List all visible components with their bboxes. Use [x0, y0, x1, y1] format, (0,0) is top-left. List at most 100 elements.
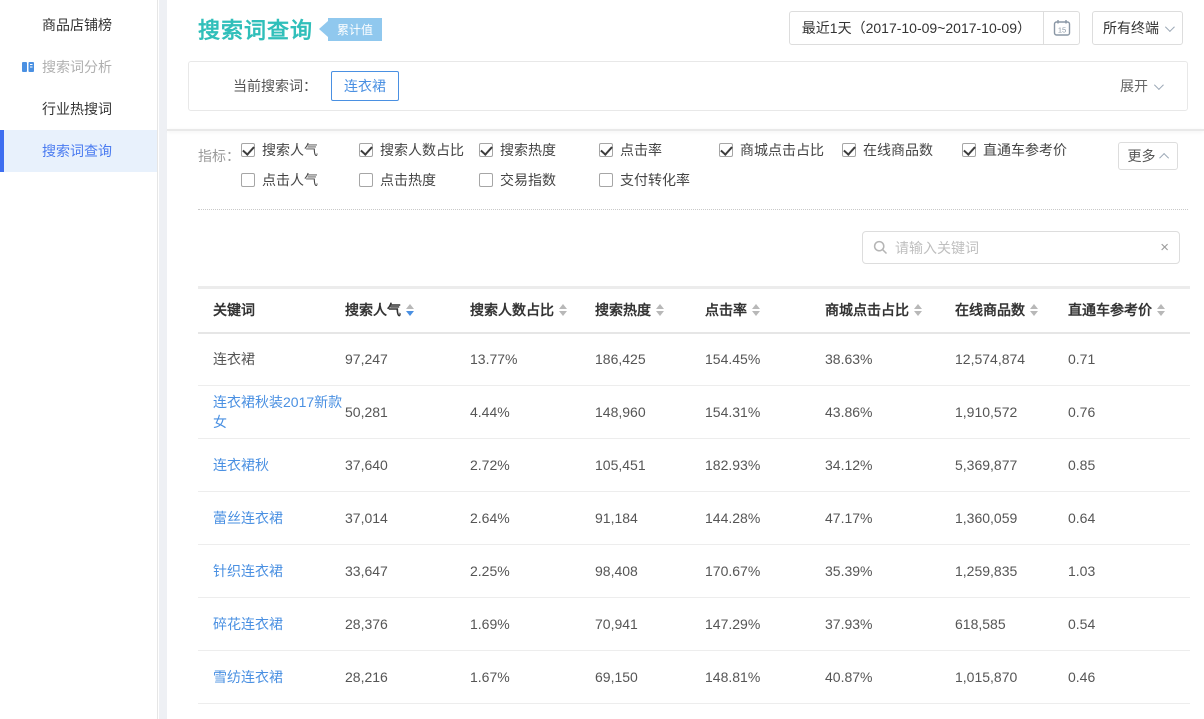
current-term-panel: 当前搜索词： 连衣裙 展开	[188, 61, 1188, 111]
keyword-link[interactable]: 蕾丝连衣裙	[213, 510, 283, 526]
metric-value-cell: 37,640	[345, 439, 470, 492]
checkbox-checked-icon[interactable]	[962, 143, 976, 157]
metric-label: 在线商品数	[863, 140, 933, 160]
metric-value-cell: 28,376	[345, 598, 470, 651]
metric-value-cell: 148,960	[595, 386, 705, 439]
page-header: 搜索词查询 累计值	[198, 13, 382, 45]
column-label: 搜索人数占比	[470, 300, 554, 320]
checkbox-checked-icon[interactable]	[719, 143, 733, 157]
checkbox-unchecked-icon[interactable]	[599, 173, 613, 187]
column-header-1: 关键词	[213, 300, 255, 320]
metric-checkbox-item[interactable]: 搜索人气	[241, 141, 359, 158]
checkbox-unchecked-icon[interactable]	[359, 173, 373, 187]
keyword-link[interactable]: 碎花连衣裙	[213, 616, 283, 632]
keyword-search[interactable]: ×	[862, 231, 1180, 264]
page-title: 搜索词查询	[198, 13, 313, 45]
metric-value-cell: 186,425	[595, 333, 705, 386]
section-divider	[167, 129, 1204, 131]
terminal-label: 所有终端	[1103, 18, 1159, 38]
sidebar-item-1[interactable]: 商品店铺榜	[0, 4, 157, 46]
search-input[interactable]	[895, 240, 1153, 256]
metric-label: 搜索人数占比	[380, 140, 464, 160]
column-header-6[interactable]: 商城点击占比	[825, 300, 922, 320]
sort-arrows-icon[interactable]	[656, 304, 664, 316]
sort-arrows-icon[interactable]	[559, 304, 567, 316]
date-range-text: 最近1天（2017-10-09~2017-10-09）	[790, 18, 1043, 38]
table-row: 碎花连衣裙28,3761.69%70,941147.29%37.93%618,5…	[198, 598, 1190, 651]
keyword-link[interactable]: 针织连衣裙	[213, 563, 283, 579]
table-row: 连衣裙秋装2017新款女50,2814.44%148,960154.31%43.…	[198, 386, 1190, 439]
checkbox-unchecked-icon[interactable]	[241, 173, 255, 187]
keyword-link[interactable]: 雪纺连衣裙	[213, 669, 283, 685]
metric-checkbox-item[interactable]: 点击人气	[241, 171, 359, 188]
table-row: 针织连衣裙33,6472.25%98,408170.67%35.39%1,259…	[198, 545, 1190, 598]
sort-arrows-icon[interactable]	[914, 304, 922, 316]
calendar-icon[interactable]: 15	[1043, 12, 1079, 44]
metric-value-cell: 1,015,870	[955, 651, 1068, 704]
current-term-label: 当前搜索词：	[233, 76, 317, 96]
sort-arrows-icon[interactable]	[1157, 304, 1165, 316]
sort-arrows-icon[interactable]	[752, 304, 760, 316]
metric-checkbox-item[interactable]: 点击率	[599, 141, 719, 158]
metric-checkbox-item[interactable]: 商城点击占比	[719, 141, 842, 158]
checkbox-checked-icon[interactable]	[241, 143, 255, 157]
clear-search-icon[interactable]: ×	[1160, 240, 1169, 255]
metric-value-cell: 618,585	[955, 598, 1068, 651]
metric-checkbox-item[interactable]: 在线商品数	[842, 141, 962, 158]
date-range-picker[interactable]: 最近1天（2017-10-09~2017-10-09） 15	[789, 11, 1080, 45]
metric-checkbox-item[interactable]: 支付转化率	[599, 171, 719, 188]
sidebar-item-label: 搜索词查询	[42, 143, 112, 159]
header-controls: 最近1天（2017-10-09~2017-10-09） 15 所有终端	[789, 11, 1183, 45]
column-header-4[interactable]: 搜索热度	[595, 300, 664, 320]
metric-value-cell: 170.67%	[705, 545, 825, 598]
metric-label: 支付转化率	[620, 170, 690, 190]
metric-value-cell: 144.28%	[705, 492, 825, 545]
metric-value-cell: 34.12%	[825, 439, 955, 492]
sidebar-item-3[interactable]: 行业热搜词	[0, 88, 157, 130]
metric-value-cell: 47.17%	[825, 492, 955, 545]
column-header-5[interactable]: 点击率	[705, 300, 760, 320]
sidebar: 商品店铺榜搜索词分析行业热搜词搜索词查询	[0, 0, 158, 719]
checkbox-checked-icon[interactable]	[359, 143, 373, 157]
metric-checkbox-item[interactable]: 搜索热度	[479, 141, 599, 158]
sort-arrows-icon[interactable]	[1030, 304, 1038, 316]
metric-checkbox-item[interactable]: 直通车参考价	[962, 141, 1122, 158]
table-row: 蕾丝连衣裙37,0142.64%91,184144.28%47.17%1,360…	[198, 492, 1190, 545]
badge-arrow-icon	[319, 21, 328, 37]
keyword-link[interactable]: 连衣裙秋装2017新款女	[213, 394, 342, 430]
metric-checkbox-item[interactable]: 点击热度	[359, 171, 479, 188]
more-metrics-button[interactable]: 更多	[1118, 142, 1178, 170]
column-label: 点击率	[705, 300, 747, 320]
metric-value-cell: 43.86%	[825, 386, 955, 439]
sidebar-item-2[interactable]: 搜索词分析	[0, 46, 157, 88]
keyword-link[interactable]: 连衣裙秋	[213, 457, 269, 473]
metric-value-cell: 182.93%	[705, 439, 825, 492]
sort-arrows-icon[interactable]	[406, 304, 414, 316]
column-header-8[interactable]: 直通车参考价	[1068, 300, 1165, 320]
expand-toggle[interactable]: 展开	[1120, 76, 1161, 96]
column-header-7[interactable]: 在线商品数	[955, 300, 1038, 320]
checkbox-checked-icon[interactable]	[479, 143, 493, 157]
table-header-row: 关键词 搜索人气 搜索人数占比 搜索热度 点击率 商城点击占比 在线商品数 直通车参考价	[198, 288, 1190, 333]
metric-value-cell: 13.77%	[470, 333, 595, 386]
metric-value-cell: 0.64	[1068, 492, 1190, 545]
chevron-down-icon	[1154, 80, 1164, 90]
column-label: 搜索人气	[345, 300, 401, 320]
sidebar-item-4[interactable]: 搜索词查询	[0, 130, 157, 172]
metric-value-cell: 1.03	[1068, 545, 1190, 598]
metrics-row-2: 点击人气点击热度交易指数 支付转化率	[241, 171, 1188, 188]
metric-checkbox-item[interactable]: 搜索人数占比	[359, 141, 479, 158]
metric-value-cell: 33,647	[345, 545, 470, 598]
more-label: 更多	[1128, 146, 1156, 166]
checkbox-checked-icon[interactable]	[599, 143, 613, 157]
column-header-2[interactable]: 搜索人气	[345, 300, 414, 320]
checkbox-unchecked-icon[interactable]	[479, 173, 493, 187]
terminal-select[interactable]: 所有终端	[1092, 11, 1183, 45]
metric-label: 搜索热度	[500, 140, 556, 160]
column-header-3[interactable]: 搜索人数占比	[470, 300, 567, 320]
chevron-down-icon	[1165, 22, 1175, 32]
metric-checkbox-item[interactable]: 交易指数	[479, 171, 599, 188]
current-term-tag[interactable]: 连衣裙	[331, 71, 399, 101]
checkbox-checked-icon[interactable]	[842, 143, 856, 157]
expand-label: 展开	[1120, 76, 1148, 96]
